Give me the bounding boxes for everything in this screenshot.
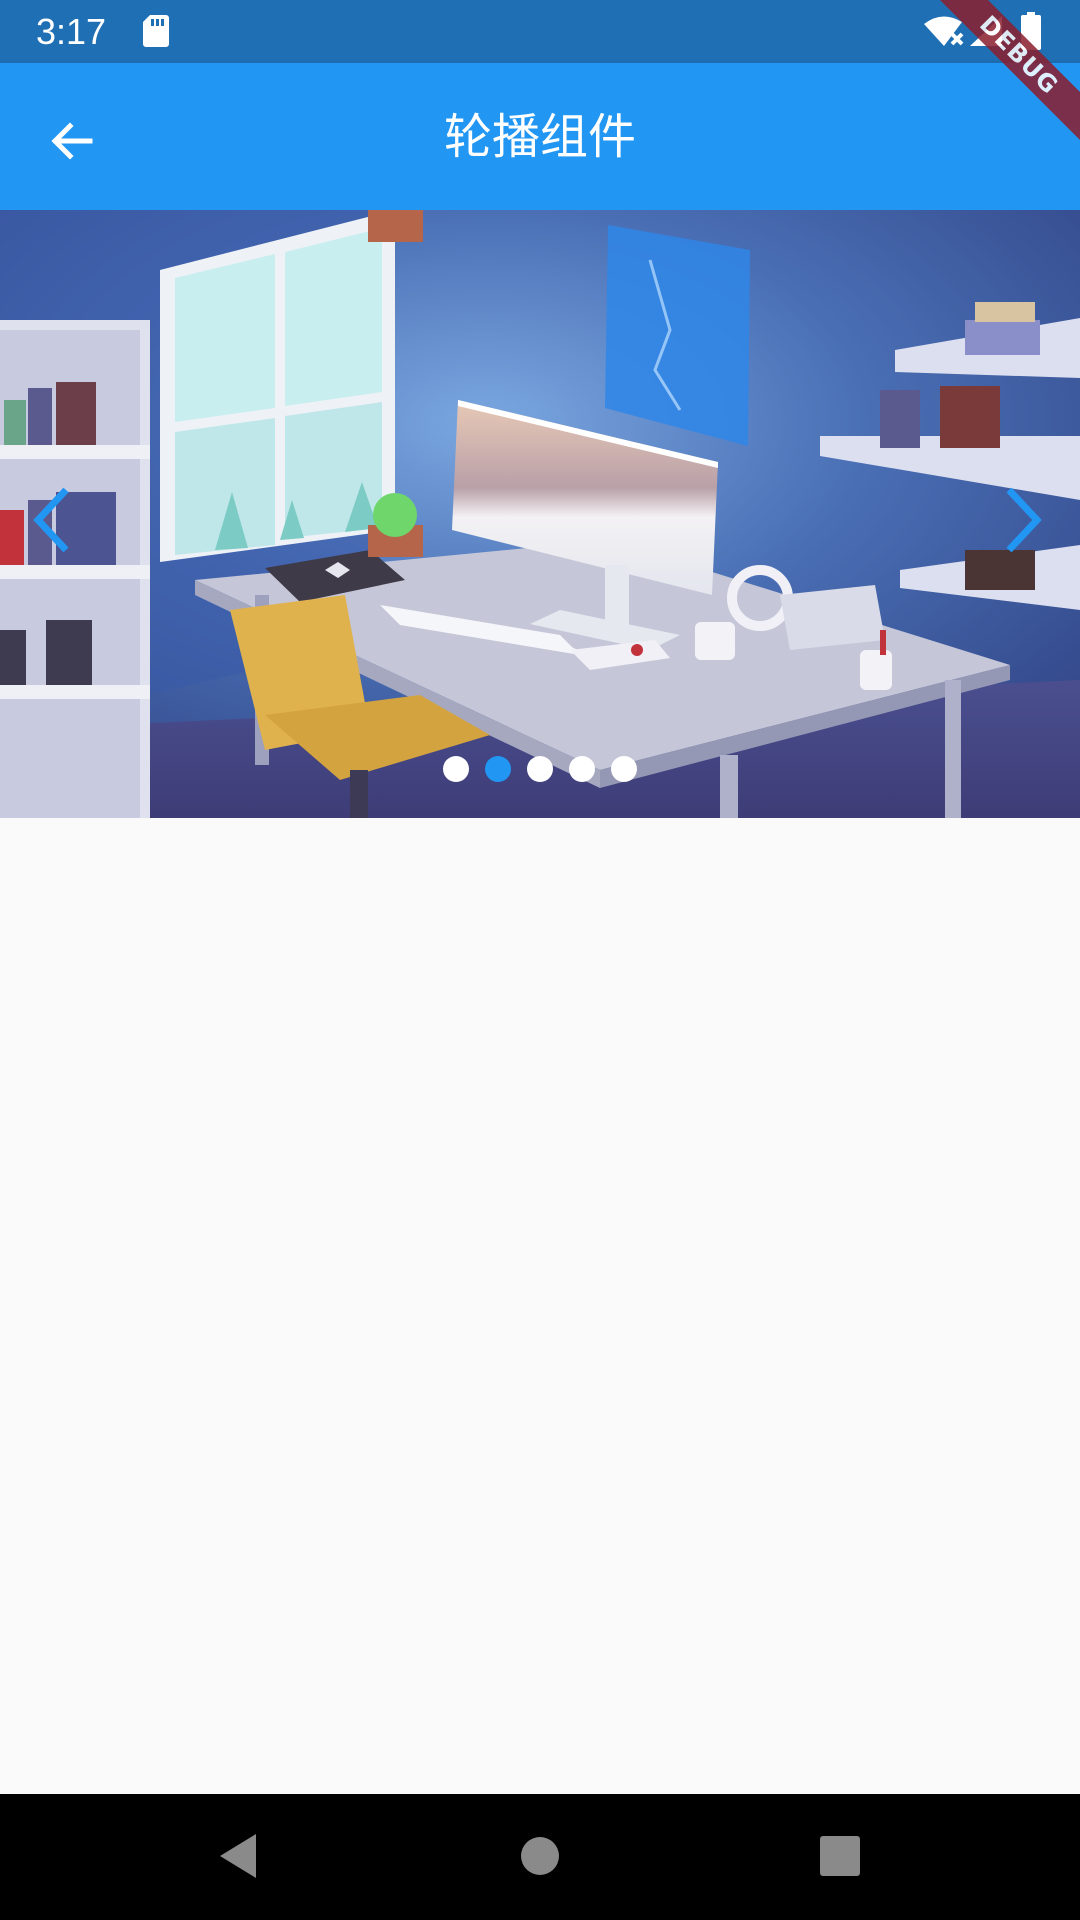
status-time: 3:17 — [36, 11, 107, 52]
system-nav-bar — [0, 1794, 1080, 1920]
nav-back-icon[interactable] — [214, 1830, 266, 1882]
sd-card-icon — [143, 15, 169, 47]
chevron-left-icon — [33, 487, 69, 553]
page-title: 轮播组件 — [443, 109, 636, 165]
content-area — [0, 818, 1080, 1794]
wifi-off-icon — [924, 16, 964, 46]
carousel-dot-5[interactable] — [611, 756, 637, 782]
signal-icon — [970, 16, 1002, 46]
carousel-dot-4[interactable] — [569, 756, 595, 782]
carousel-prev-button[interactable] — [10, 470, 90, 570]
carousel-dot-3[interactable] — [527, 756, 553, 782]
carousel-next-button[interactable] — [985, 470, 1065, 570]
status-bar: 3:17 — [0, 0, 1080, 63]
carousel[interactable] — [0, 210, 1080, 818]
nav-home-icon[interactable] — [514, 1830, 566, 1882]
carousel-dot-1[interactable] — [443, 756, 469, 782]
carousel-image — [0, 210, 1080, 818]
app-bar: 轮播组件 — [0, 63, 1080, 210]
chevron-right-icon — [1006, 487, 1042, 553]
battery-icon — [1021, 12, 1041, 50]
carousel-pagination — [0, 756, 1080, 782]
carousel-dot-2[interactable] — [485, 756, 511, 782]
nav-recents-icon[interactable] — [816, 1832, 864, 1880]
